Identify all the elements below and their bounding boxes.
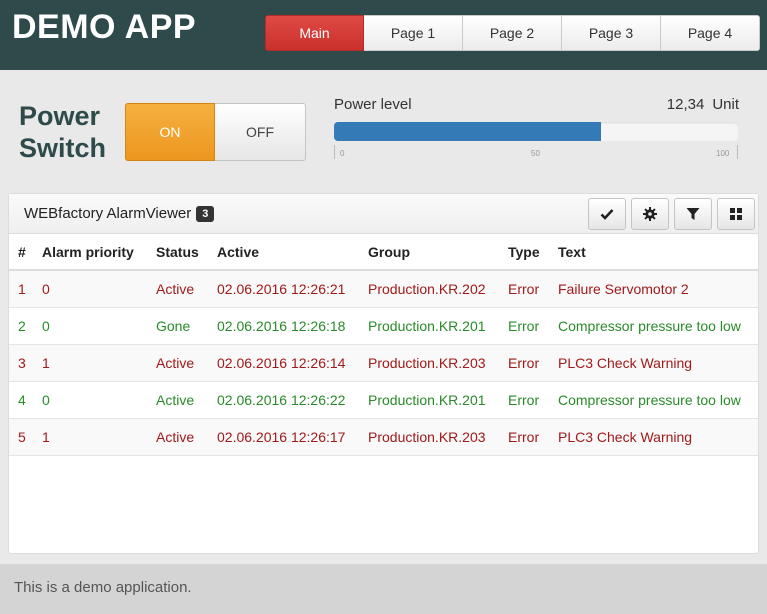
alarm-text: Compressor pressure too low [558,381,758,419]
footer-text: This is a demo application. [14,579,192,596]
alarm-status: Active [156,418,217,456]
power-level-unit: Unit [712,96,739,113]
alarm-status: Gone [156,307,217,345]
column-header-status[interactable]: Status [156,234,217,271]
power-level-bar-fill [334,122,602,141]
scale-tick [334,145,335,159]
app-title: DEMO APP [12,8,197,46]
app-header: DEMO APP Main Page 1 Page 2 Page 3 Page … [0,0,767,70]
alarm-status: Active [156,344,217,382]
alarm-priority: 1 [42,344,156,382]
alarm-row[interactable]: 1 0 Active 02.06.2016 12:26:21 Productio… [9,270,758,308]
alarm-type: Error [508,344,558,382]
alarm-priority: 0 [42,270,156,308]
column-header-number[interactable]: # [9,234,42,271]
alarm-type: Error [508,307,558,345]
power-level-scale: 0 50 100 [334,145,739,159]
scale-label-0: 0 [340,149,345,158]
alarm-viewer-header: WEBfactory AlarmViewer 3 [9,194,758,234]
filter-button[interactable] [674,198,712,230]
power-switch: ON OFF [125,103,306,161]
alarm-group: Production.KR.201 [368,381,508,419]
alarm-group: Production.KR.203 [368,344,508,382]
power-level-bar [334,122,739,141]
alarm-row[interactable]: 4 0 Active 02.06.2016 12:26:22 Productio… [9,381,758,419]
column-header-group[interactable]: Group [368,234,508,271]
power-level-readout: 12,34 Unit [667,96,739,113]
gear-icon [643,207,657,221]
column-header-active[interactable]: Active [217,234,368,271]
scale-tick [737,145,738,159]
alarm-number: 4 [9,381,42,419]
alarm-number: 3 [9,344,42,382]
alarm-viewer-panel: WEBfactory AlarmViewer 3 # Alarm priorit… [8,193,759,554]
alarm-row[interactable]: 3 1 Active 02.06.2016 12:26:14 Productio… [9,344,758,382]
alarm-active-time: 02.06.2016 12:26:18 [217,307,368,345]
nav-tabs: Main Page 1 Page 2 Page 3 Page 4 [265,15,760,51]
alarm-viewer-title-text: WEBfactory AlarmViewer [24,205,192,222]
alarm-toolbar [588,198,755,230]
alarm-count-badge: 3 [196,206,215,222]
columns-button[interactable] [717,198,755,230]
power-switch-label: Power Switch [19,100,119,164]
alarm-active-time: 02.06.2016 12:26:22 [217,381,368,419]
alarm-active-time: 02.06.2016 12:26:21 [217,270,368,308]
grid-icon [730,208,742,220]
alarm-table: # Alarm priority Status Active Group Typ… [9,234,758,456]
app-footer: This is a demo application. [0,564,767,614]
check-icon [600,209,614,220]
power-level-value: 12,34 [666,96,705,113]
alarm-type: Error [508,270,558,308]
alarm-number: 2 [9,307,42,345]
power-on-button[interactable]: ON [125,103,215,161]
acknowledge-button[interactable] [588,198,626,230]
alarm-group: Production.KR.202 [368,270,508,308]
alarm-priority: 0 [42,381,156,419]
alarm-group: Production.KR.203 [368,418,508,456]
alarm-active-time: 02.06.2016 12:26:14 [217,344,368,382]
alarm-type: Error [508,418,558,456]
column-header-priority[interactable]: Alarm priority [42,234,156,271]
alarm-priority: 0 [42,307,156,345]
scale-label-50: 50 [531,149,540,158]
tab-page-4[interactable]: Page 4 [661,15,760,51]
power-label-line1: Power [19,101,101,131]
power-label-line2: Switch [19,133,107,163]
alarm-number: 5 [9,418,42,456]
alarm-row[interactable]: 2 0 Gone 02.06.2016 12:26:18 Production.… [9,307,758,345]
alarm-viewer-title: WEBfactory AlarmViewer 3 [24,205,215,222]
alarm-group: Production.KR.201 [368,307,508,345]
settings-button[interactable] [631,198,669,230]
filter-icon [686,208,700,220]
tab-page-2[interactable]: Page 2 [463,15,562,51]
tab-main[interactable]: Main [265,15,364,51]
alarm-number: 1 [9,270,42,308]
power-level-label: Power level [334,96,412,113]
tab-page-3[interactable]: Page 3 [562,15,661,51]
alarm-priority: 1 [42,418,156,456]
scale-label-100: 100 [716,149,730,158]
alarm-status: Active [156,270,217,308]
alarm-text: Compressor pressure too low [558,307,758,345]
alarm-status: Active [156,381,217,419]
alarm-row[interactable]: 5 1 Active 02.06.2016 12:26:17 Productio… [9,418,758,456]
power-off-button[interactable]: OFF [215,103,306,161]
tab-page-1[interactable]: Page 1 [364,15,463,51]
alarm-type: Error [508,381,558,419]
alarm-active-time: 02.06.2016 12:26:17 [217,418,368,456]
alarm-table-header: # Alarm priority Status Active Group Typ… [9,234,758,271]
column-header-text[interactable]: Text [558,234,758,271]
alarm-text: PLC3 Check Warning [558,344,758,382]
column-header-type[interactable]: Type [508,234,558,271]
alarm-text: PLC3 Check Warning [558,418,758,456]
alarm-text: Failure Servomotor 2 [558,270,758,308]
